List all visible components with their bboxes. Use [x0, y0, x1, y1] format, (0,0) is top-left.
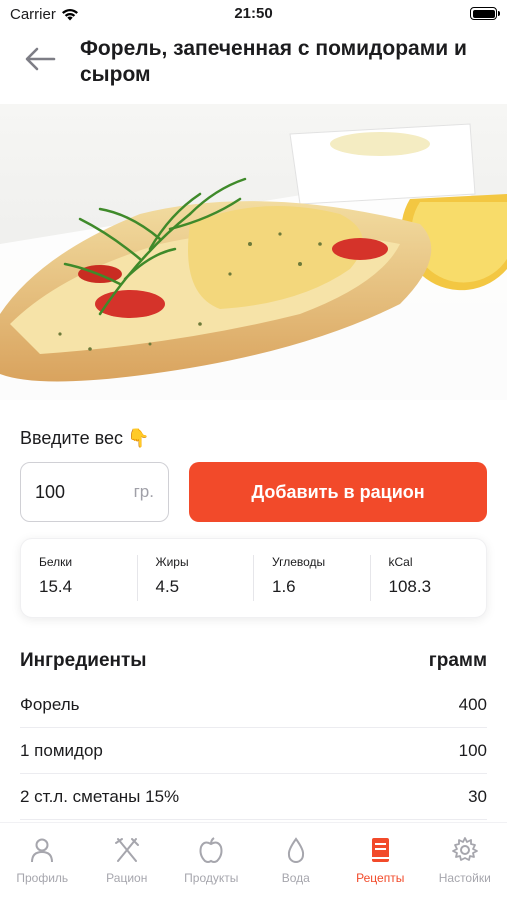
apple-icon	[199, 837, 223, 863]
ingredient-amount: 100	[458, 740, 487, 760]
nutrition-value: 4.5	[155, 577, 180, 596]
profile-icon	[31, 838, 54, 863]
tab-label: Настойки	[438, 871, 491, 885]
tab-label: Рецепты	[356, 871, 405, 885]
ingredient-amount: 30	[468, 786, 487, 806]
tab-bar: Профиль Рацион Продукты Вода Рецепты Нас…	[0, 822, 507, 900]
battery-icon	[470, 7, 500, 20]
tab-recipes[interactable]: Рецепты	[338, 823, 423, 900]
nutrition-value: 108.3	[388, 577, 432, 596]
nutrition-protein: Белки 15.4	[21, 555, 138, 601]
nutrition-carbs: Углеводы 1.6	[254, 555, 371, 601]
tab-profile[interactable]: Профиль	[0, 823, 85, 900]
tab-products[interactable]: Продукты	[169, 823, 254, 900]
ingredient-name: Форель	[20, 694, 80, 714]
nutrition-name: Углеводы	[272, 555, 326, 569]
arrow-left-icon	[25, 47, 56, 71]
recipe-book-icon	[372, 838, 390, 862]
nutrition-value: 15.4	[39, 577, 73, 596]
ingredients-unit-title: грамм	[428, 650, 487, 671]
tab-water[interactable]: Вода	[254, 823, 339, 900]
tab-label: Продукты	[184, 871, 239, 885]
utensils-icon	[114, 838, 139, 862]
ingredients-list: Форель 400 1 помидор 100 2 ст.л. сметаны…	[20, 682, 487, 820]
tab-label: Профиль	[16, 871, 69, 885]
nutrition-value: 1.6	[272, 577, 296, 596]
nutrition-card: Белки 15.4 Жиры 4.5 Углеводы 1.6 kCal 10…	[20, 538, 487, 618]
tab-label: Рацион	[106, 871, 148, 885]
status-time: 21:50	[234, 5, 273, 22]
ingredient-name: 1 помидор	[20, 740, 103, 760]
weight-input[interactable]	[35, 481, 115, 503]
add-to-diet-button[interactable]: Добавить в рацион	[189, 462, 487, 522]
ingredient-amount: 400	[458, 694, 487, 714]
ingredient-name: 2 ст.л. сметаны 15%	[20, 786, 180, 806]
nutrition-name: Белки	[39, 555, 73, 569]
ingredient-row: 2 ст.л. сметаны 15% 30	[20, 774, 487, 820]
page-title: Форель, запеченная с помидорами и сыром	[80, 37, 467, 86]
weight-field[interactable]: гр.	[20, 462, 169, 522]
nutrition-name: kCal	[388, 555, 413, 569]
status-bar: Carrier 21:50	[0, 0, 507, 28]
tab-diet[interactable]: Рацион	[85, 823, 170, 900]
weight-unit: гр.	[133, 482, 154, 501]
header: Форель, запеченная с помидорами и сыром	[0, 32, 507, 94]
water-drop-icon	[287, 837, 304, 863]
ingredients-header: Ингредиенты грамм	[20, 650, 487, 672]
weight-label-text: Введите вес	[20, 428, 123, 448]
ingredient-row: 1 помидор 100	[20, 728, 487, 774]
tab-settings[interactable]: Настойки	[423, 823, 507, 900]
gear-icon	[451, 837, 478, 861]
nutrition-name: Жиры	[155, 555, 189, 569]
tab-label: Вода	[281, 871, 310, 885]
recipe-image	[0, 104, 507, 400]
weight-label: Введите вес 👇	[20, 428, 149, 449]
pointing-down-icon: 👇	[126, 428, 150, 448]
ingredient-row: Форель 400	[20, 682, 487, 728]
nutrition-fat: Жиры 4.5	[138, 555, 254, 601]
nutrition-kcal: kCal 108.3	[371, 555, 487, 601]
back-button[interactable]	[22, 44, 58, 74]
ingredients-title: Ингредиенты	[20, 650, 147, 671]
